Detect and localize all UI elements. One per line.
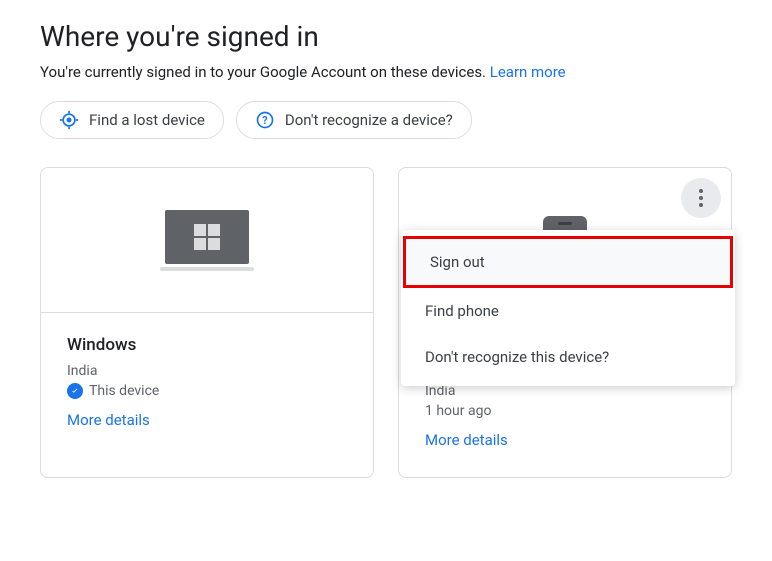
more-vert-icon	[699, 189, 703, 207]
this-device-text: This device	[89, 383, 159, 399]
device-card-phone: Sign out Find phone Don't recognize this…	[398, 167, 732, 478]
device-menu-popup: Sign out Find phone Don't recognize this…	[401, 230, 735, 386]
device-location: India	[67, 363, 347, 379]
menu-item-find-phone[interactable]: Find phone	[401, 288, 735, 334]
device-name: Windows	[67, 335, 347, 355]
subtitle-text: You're currently signed in to your Googl…	[40, 63, 490, 81]
check-icon	[67, 383, 83, 399]
more-details-link[interactable]: More details	[67, 411, 347, 429]
this-device-badge: This device	[67, 383, 347, 399]
more-details-link[interactable]: More details	[425, 431, 705, 449]
learn-more-link[interactable]: Learn more	[490, 63, 566, 81]
target-icon	[59, 110, 79, 130]
device-last-seen: 1 hour ago	[425, 403, 705, 419]
chip-label: Don't recognize a device?	[285, 111, 453, 129]
device-menu-button[interactable]	[681, 178, 721, 218]
menu-item-sign-out[interactable]: Sign out	[403, 236, 733, 288]
chip-label: Find a lost device	[89, 111, 205, 129]
action-chips: Find a lost device ? Don't recognize a d…	[40, 101, 732, 139]
help-icon: ?	[255, 110, 275, 130]
page-subtitle: You're currently signed in to your Googl…	[40, 63, 732, 81]
svg-text:?: ?	[262, 114, 267, 127]
find-lost-device-chip[interactable]: Find a lost device	[40, 101, 224, 139]
dont-recognize-chip[interactable]: ? Don't recognize a device?	[236, 101, 472, 139]
device-illustration	[41, 168, 373, 313]
page-title: Where you're signed in	[40, 20, 732, 53]
laptop-icon	[160, 210, 254, 271]
menu-item-dont-recognize[interactable]: Don't recognize this device?	[401, 334, 735, 380]
device-cards: Windows India This device More details S…	[40, 167, 732, 478]
device-card-windows: Windows India This device More details	[40, 167, 374, 478]
